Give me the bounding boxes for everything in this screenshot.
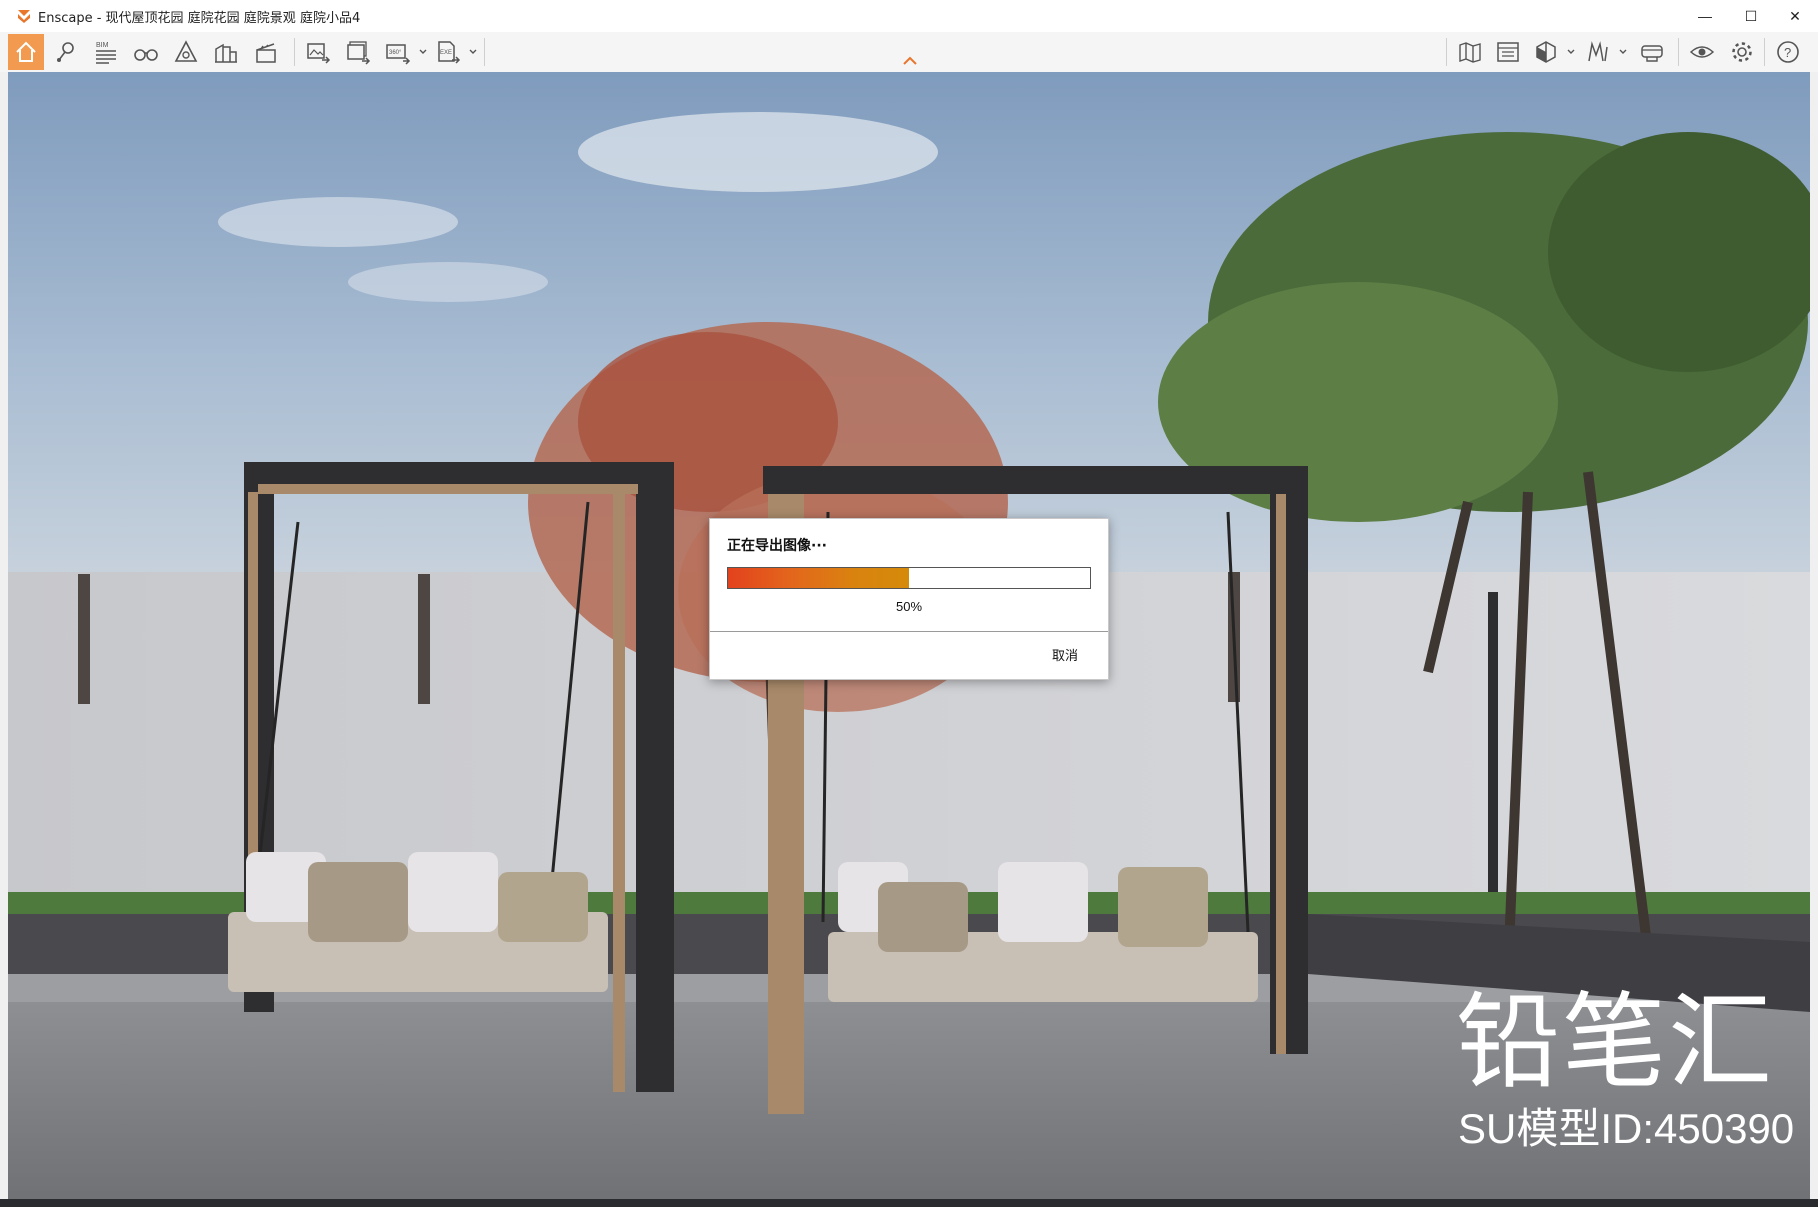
views-icon	[1497, 42, 1519, 62]
svg-text:?: ?	[1784, 45, 1791, 60]
left-window-border	[0, 72, 8, 1207]
toolbar-separator	[1446, 38, 1447, 66]
map-button[interactable]	[1452, 34, 1488, 70]
dialog-title: 正在导出图像···	[727, 538, 827, 554]
visibility-button[interactable]	[1684, 34, 1720, 70]
chevron-down-icon[interactable]	[418, 46, 428, 58]
toolbar-separator	[1764, 38, 1765, 66]
bim-list-icon: BIM	[96, 42, 116, 64]
home-icon	[16, 41, 36, 62]
dialog-divider	[710, 631, 1108, 632]
chevron-down-icon[interactable]	[468, 46, 478, 58]
panorama-icon: 360°	[386, 44, 411, 65]
clapperboard-icon	[256, 43, 276, 63]
views-button[interactable]	[1490, 34, 1526, 70]
eye-icon	[1689, 46, 1715, 58]
cube-icon	[1536, 41, 1556, 63]
svg-text:EXE: EXE	[440, 50, 452, 56]
visual-settings-button[interactable]	[168, 34, 204, 70]
vr-icon	[1641, 45, 1663, 62]
screenshot-button[interactable]	[300, 34, 336, 70]
close-icon: ✕	[1789, 7, 1801, 24]
chevron-down-icon[interactable]	[1618, 46, 1628, 58]
exe-export-icon: EXE	[438, 41, 461, 64]
clapperboard-button[interactable]	[248, 34, 284, 70]
home-button[interactable]	[8, 34, 44, 70]
cancel-button[interactable]: 取消	[1052, 645, 1078, 664]
asset-library-button[interactable]	[208, 34, 244, 70]
cube-button[interactable]	[1528, 34, 1564, 70]
bim-button[interactable]: BIM	[88, 34, 124, 70]
map-icon	[1459, 42, 1481, 63]
watermark-brand: 铅笔汇	[1456, 981, 1775, 1103]
enscape-logo-icon	[18, 10, 30, 23]
sections-icon	[1588, 41, 1608, 62]
binoculars-button[interactable]	[128, 34, 164, 70]
batch-render-button[interactable]	[340, 34, 376, 70]
maximize-icon: ☐	[1744, 7, 1758, 24]
help-icon: ?	[1777, 41, 1799, 63]
vr-headset-button[interactable]	[1634, 34, 1670, 70]
right-window-border	[1810, 72, 1818, 1207]
toolbar-separator	[1678, 38, 1679, 66]
export-progress-dialog: 正在导出图像··· 50% 取消	[709, 518, 1109, 680]
alert-triangle-icon	[174, 40, 198, 62]
binoculars-icon	[134, 49, 158, 61]
image-export-icon	[307, 43, 331, 64]
svg-text:360°: 360°	[389, 50, 402, 56]
help-button[interactable]: ?	[1770, 34, 1806, 70]
export-progress-bar	[727, 567, 1091, 589]
toolbar-separator	[484, 38, 485, 66]
title-bar[interactable]: Enscape - 现代屋顶花园 庭院花园 庭院景观 庭院小品4 — ☐ ✕	[0, 0, 1818, 33]
chevron-down-icon[interactable]	[1566, 46, 1576, 58]
panorama-button[interactable]: 360°	[380, 34, 416, 70]
enscape-window: Enscape - 现代屋顶花园 庭院花园 庭院景观 庭院小品4 — ☐ ✕ B…	[0, 0, 1818, 1207]
minimize-button[interactable]: —	[1682, 0, 1728, 32]
gear-icon	[1732, 42, 1752, 62]
walk-mode-button[interactable]	[48, 34, 84, 70]
toolbar-separator	[294, 38, 295, 66]
svg-text:BIM: BIM	[96, 42, 109, 49]
window-title: Enscape - 现代屋顶花园 庭院花园 庭院景观 庭院小品4	[38, 11, 361, 26]
watermark-model-id: SU模型ID:450390	[1458, 1105, 1795, 1152]
buildings-icon	[215, 43, 237, 63]
settings-button[interactable]	[1724, 34, 1760, 70]
collapse-toolbar-icon[interactable]	[900, 54, 920, 68]
walk-pin-icon	[57, 42, 74, 62]
exe-export-button[interactable]: EXE	[430, 34, 466, 70]
minimize-icon: —	[1698, 8, 1712, 24]
close-button[interactable]: ✕	[1772, 0, 1818, 32]
maximize-button[interactable]: ☐	[1728, 0, 1774, 32]
batch-export-icon	[347, 41, 371, 65]
progress-fill	[728, 568, 909, 588]
sections-button[interactable]	[1580, 34, 1616, 70]
bottom-window-border	[0, 1199, 1818, 1207]
progress-percent-label: 50%	[895, 599, 923, 614]
